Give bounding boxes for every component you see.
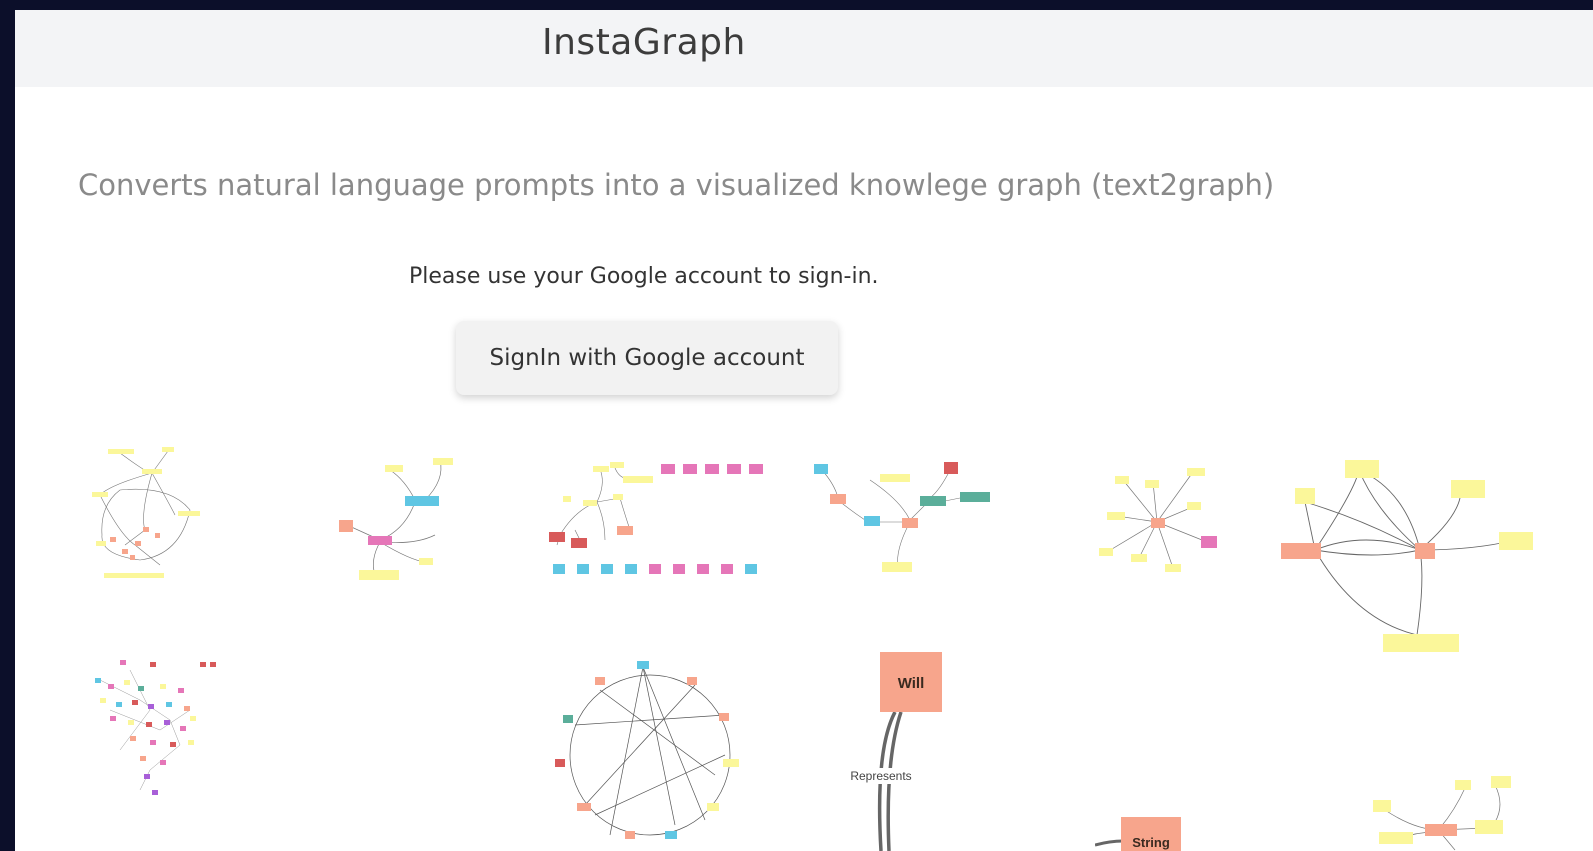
graph-node-string: String (1132, 835, 1170, 850)
example-graph-thumbnail-7[interactable] (80, 650, 225, 805)
example-graph-thumbnail-8[interactable] (555, 655, 745, 845)
graph-node-will: Will (898, 675, 925, 692)
example-graph-thumbnail-2[interactable] (335, 450, 460, 585)
example-graph-thumbnail-11[interactable] (1355, 770, 1525, 851)
example-graph-thumbnail-1[interactable] (80, 445, 210, 580)
app-subtitle: Converts natural language prompts into a… (78, 168, 1275, 202)
example-graph-thumbnail-9[interactable]: Will Represents (835, 650, 1035, 851)
example-graph-thumbnail-6[interactable] (1275, 450, 1535, 655)
app-header: InstaGraph (15, 10, 1593, 87)
app-window: InstaGraph Converts natural language pro… (15, 10, 1593, 851)
example-graph-gallery: Will Represents String (15, 10, 1593, 851)
app-title: InstaGraph (542, 22, 746, 63)
example-graph-thumbnail-10[interactable]: String (1095, 805, 1215, 851)
signin-message: Please use your Google account to sign-i… (409, 264, 879, 289)
example-graph-thumbnail-3[interactable] (535, 450, 775, 585)
example-graph-thumbnail-5[interactable] (1095, 460, 1230, 580)
example-graph-thumbnail-4[interactable] (810, 450, 995, 585)
google-signin-button[interactable]: SignIn with Google account (456, 321, 838, 395)
graph-edge-represents: Represents (850, 769, 911, 783)
